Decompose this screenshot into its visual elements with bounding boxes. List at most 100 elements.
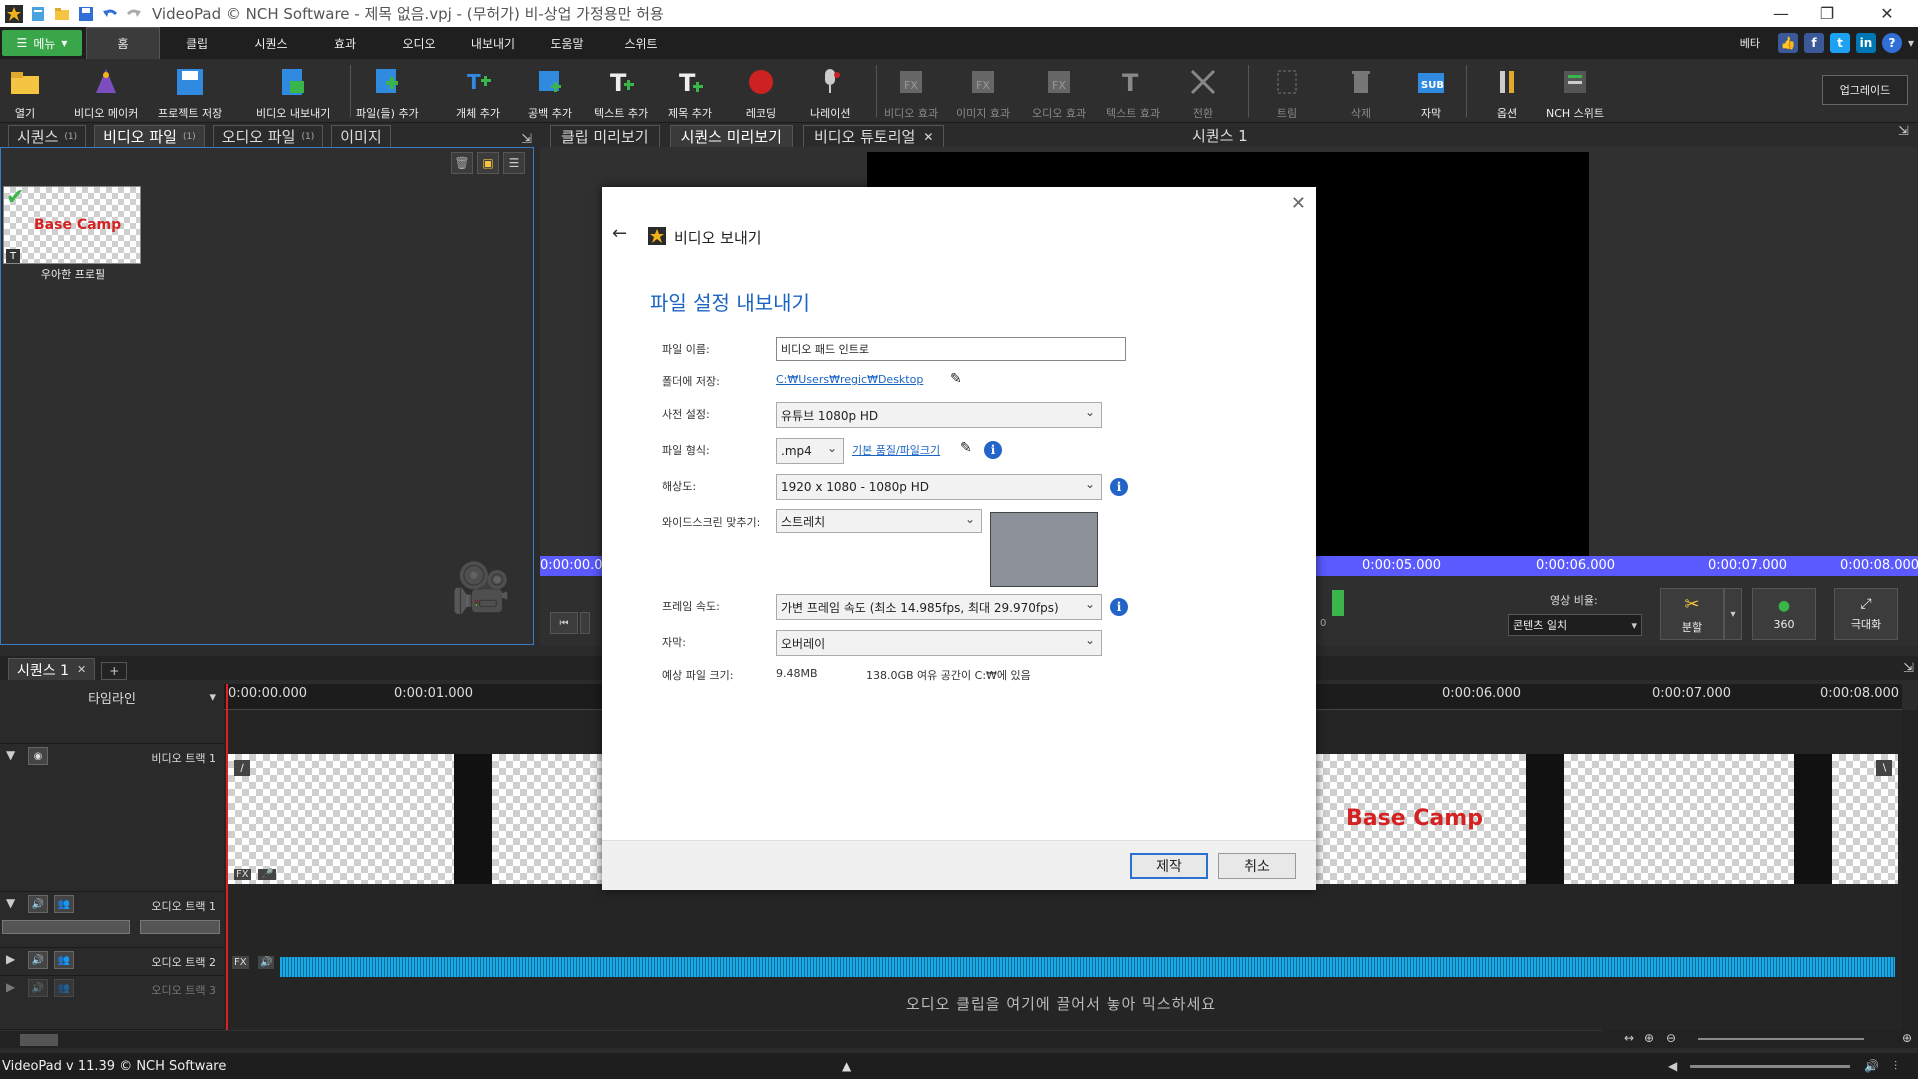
speaker-icon[interactable]: 🔊: [28, 979, 48, 997]
facebook-icon[interactable]: f: [1803, 33, 1824, 53]
vr-360-button[interactable]: ● 360: [1752, 588, 1816, 640]
video-clip[interactable]: Base Camp: [1316, 754, 1526, 884]
open-project-icon[interactable]: [52, 4, 72, 24]
new-folder-icon[interactable]: ▣: [477, 152, 499, 174]
expand-icon[interactable]: ▶: [6, 952, 15, 966]
resolution-select[interactable]: 1920 x 1080 - 1080p HD ⌄: [776, 474, 1102, 500]
close-icon[interactable]: ✕: [1291, 193, 1306, 214]
media-bin[interactable]: 🗑 ▣ ☰ ✔ Base Camp T 우아한 프로필 🎥: [0, 147, 534, 645]
audio-waveform[interactable]: [280, 957, 1895, 977]
minimize-button[interactable]: —: [1758, 0, 1804, 27]
speaker-icon[interactable]: 🔊: [28, 895, 48, 913]
scroll-thumb[interactable]: [20, 1034, 58, 1046]
zoom-in-icon[interactable]: ⊕: [1644, 1031, 1654, 1045]
fade-out-icon[interactable]: ∖: [1876, 760, 1892, 776]
tab-images[interactable]: 이미지: [331, 125, 391, 147]
tab-video-files[interactable]: 비디오 파일 (1): [94, 125, 205, 147]
text-effects-button[interactable]: T 텍스트 효과: [1106, 65, 1160, 121]
close-icon[interactable]: ✕: [77, 663, 86, 676]
video-clip[interactable]: [1564, 754, 1794, 884]
undock-preview-icon[interactable]: ⇲: [1898, 124, 1909, 139]
close-icon[interactable]: ✕: [923, 130, 933, 144]
add-blank-button[interactable]: 공백 추가: [528, 65, 572, 121]
edit-pencil-icon[interactable]: ✎: [950, 371, 962, 387]
delete-button[interactable]: 삭제: [1344, 65, 1378, 121]
tab-sequence-preview[interactable]: 시퀀스 미리보기: [669, 125, 793, 147]
audio-icon[interactable]: 🎤: [258, 869, 277, 880]
redo-icon[interactable]: [124, 4, 144, 24]
video-effects-button[interactable]: FX 비디오 효과: [884, 65, 938, 121]
expand-icon[interactable]: ▶: [6, 980, 15, 994]
tab-export[interactable]: 내보내기: [456, 27, 530, 59]
add-sequence-button[interactable]: +: [101, 662, 128, 680]
audio-effects-button[interactable]: FX 오디오 효과: [1032, 65, 1086, 121]
add-object-button[interactable]: T 개체 추가: [456, 65, 500, 121]
twitter-icon[interactable]: t: [1829, 33, 1850, 53]
edit-pencil-icon[interactable]: ✎: [960, 440, 972, 456]
cancel-button[interactable]: 취소: [1218, 853, 1296, 879]
audio-fx-label[interactable]: FX: [232, 956, 249, 969]
zoom-slider[interactable]: [1698, 1038, 1864, 1040]
timeline-mode-select[interactable]: 타임라인 ▾: [0, 684, 224, 710]
tab-sequence[interactable]: 시퀀스: [234, 27, 308, 59]
restore-button[interactable]: ❐: [1804, 0, 1850, 27]
subtitle-select[interactable]: 오버레이 ⌄: [776, 630, 1102, 656]
undock-icon[interactable]: ⇲: [521, 132, 532, 147]
media-thumbnail[interactable]: ✔ Base Camp T: [3, 185, 141, 264]
fx-label[interactable]: FX: [234, 869, 251, 880]
add-title-button[interactable]: T 제목 추가: [668, 65, 712, 121]
save-project-button[interactable]: 프로젝트 저장: [158, 65, 222, 121]
trash-icon[interactable]: 🗑: [451, 152, 473, 174]
skip-start-icon[interactable]: ⏮: [550, 612, 578, 634]
info-icon[interactable]: i: [1110, 478, 1128, 496]
collapse-icon[interactable]: ▼: [6, 748, 15, 762]
undock-timeline-icon[interactable]: ⇲: [1903, 661, 1914, 676]
maximize-button[interactable]: ⤢ 극대화: [1834, 588, 1898, 640]
image-effects-button[interactable]: FX 이미지 효과: [956, 65, 1010, 121]
fade-in-icon[interactable]: ∕: [234, 760, 250, 776]
info-icon[interactable]: i: [1110, 598, 1128, 616]
people-icon[interactable]: 👥: [54, 895, 74, 913]
speaker-icon[interactable]: 🔊: [1864, 1059, 1879, 1073]
split-button[interactable]: ✂ 분할: [1660, 588, 1724, 640]
undo-icon[interactable]: [100, 4, 120, 24]
people-icon[interactable]: 👥: [54, 979, 74, 997]
upgrade-button[interactable]: 업그레이드: [1822, 75, 1908, 105]
format-select[interactable]: .mp4 ⌄: [776, 438, 844, 464]
list-view-icon[interactable]: ☰: [503, 152, 525, 174]
collapse-icon[interactable]: ▼: [6, 896, 15, 910]
info-icon[interactable]: i: [984, 441, 1002, 459]
video-clip[interactable]: ∖: [1832, 754, 1898, 884]
volume-slider[interactable]: [2, 920, 130, 934]
trim-button[interactable]: 트림: [1270, 65, 1304, 121]
split-dropdown[interactable]: ▾: [1724, 588, 1742, 640]
horizontal-scrollbar[interactable]: [0, 1030, 1602, 1048]
options-button[interactable]: 옵션: [1490, 65, 1524, 121]
volume-down-icon[interactable]: ◀: [1668, 1059, 1677, 1073]
quality-link[interactable]: 기본 품질/파일크기: [852, 442, 940, 458]
folder-link[interactable]: C:₩Users₩regic₩Desktop: [776, 373, 923, 386]
expand-panel-icon[interactable]: ▲: [842, 1059, 851, 1073]
video-clip[interactable]: ∕ FX 🎤: [228, 754, 454, 884]
fit-icon[interactable]: ↔: [1624, 1031, 1634, 1045]
beta-label[interactable]: 베타: [1740, 35, 1760, 51]
tab-clip[interactable]: 클립: [160, 27, 234, 59]
tab-sequences[interactable]: 시퀀스 (1): [8, 125, 87, 147]
zoom-out-icon[interactable]: ⊖: [1666, 1031, 1676, 1045]
tab-suite[interactable]: 스위트: [604, 27, 678, 59]
speaker-icon[interactable]: 🔊: [258, 956, 275, 969]
new-project-icon[interactable]: [28, 4, 48, 24]
help-icon[interactable]: ?: [1881, 33, 1902, 53]
linkedin-icon[interactable]: in: [1855, 33, 1876, 53]
main-menu-button[interactable]: ☰ 메뉴 ▾: [2, 30, 82, 56]
filename-field[interactable]: 비디오 패드 인트로: [776, 337, 1126, 361]
video-clip[interactable]: [492, 754, 602, 884]
eye-icon[interactable]: ◉: [28, 747, 48, 765]
zoom-icon[interactable]: ⊕: [1902, 1031, 1912, 1045]
framerate-select[interactable]: 가변 프레임 속도 (최소 14.985fps, 최대 29.970fps) ⌄: [776, 594, 1102, 620]
tab-help[interactable]: 도움말: [530, 27, 604, 59]
add-text-button[interactable]: T 텍스트 추가: [594, 65, 648, 121]
close-button[interactable]: ✕: [1864, 0, 1910, 27]
save-icon[interactable]: [76, 4, 96, 24]
tab-home[interactable]: 홈: [86, 27, 160, 59]
